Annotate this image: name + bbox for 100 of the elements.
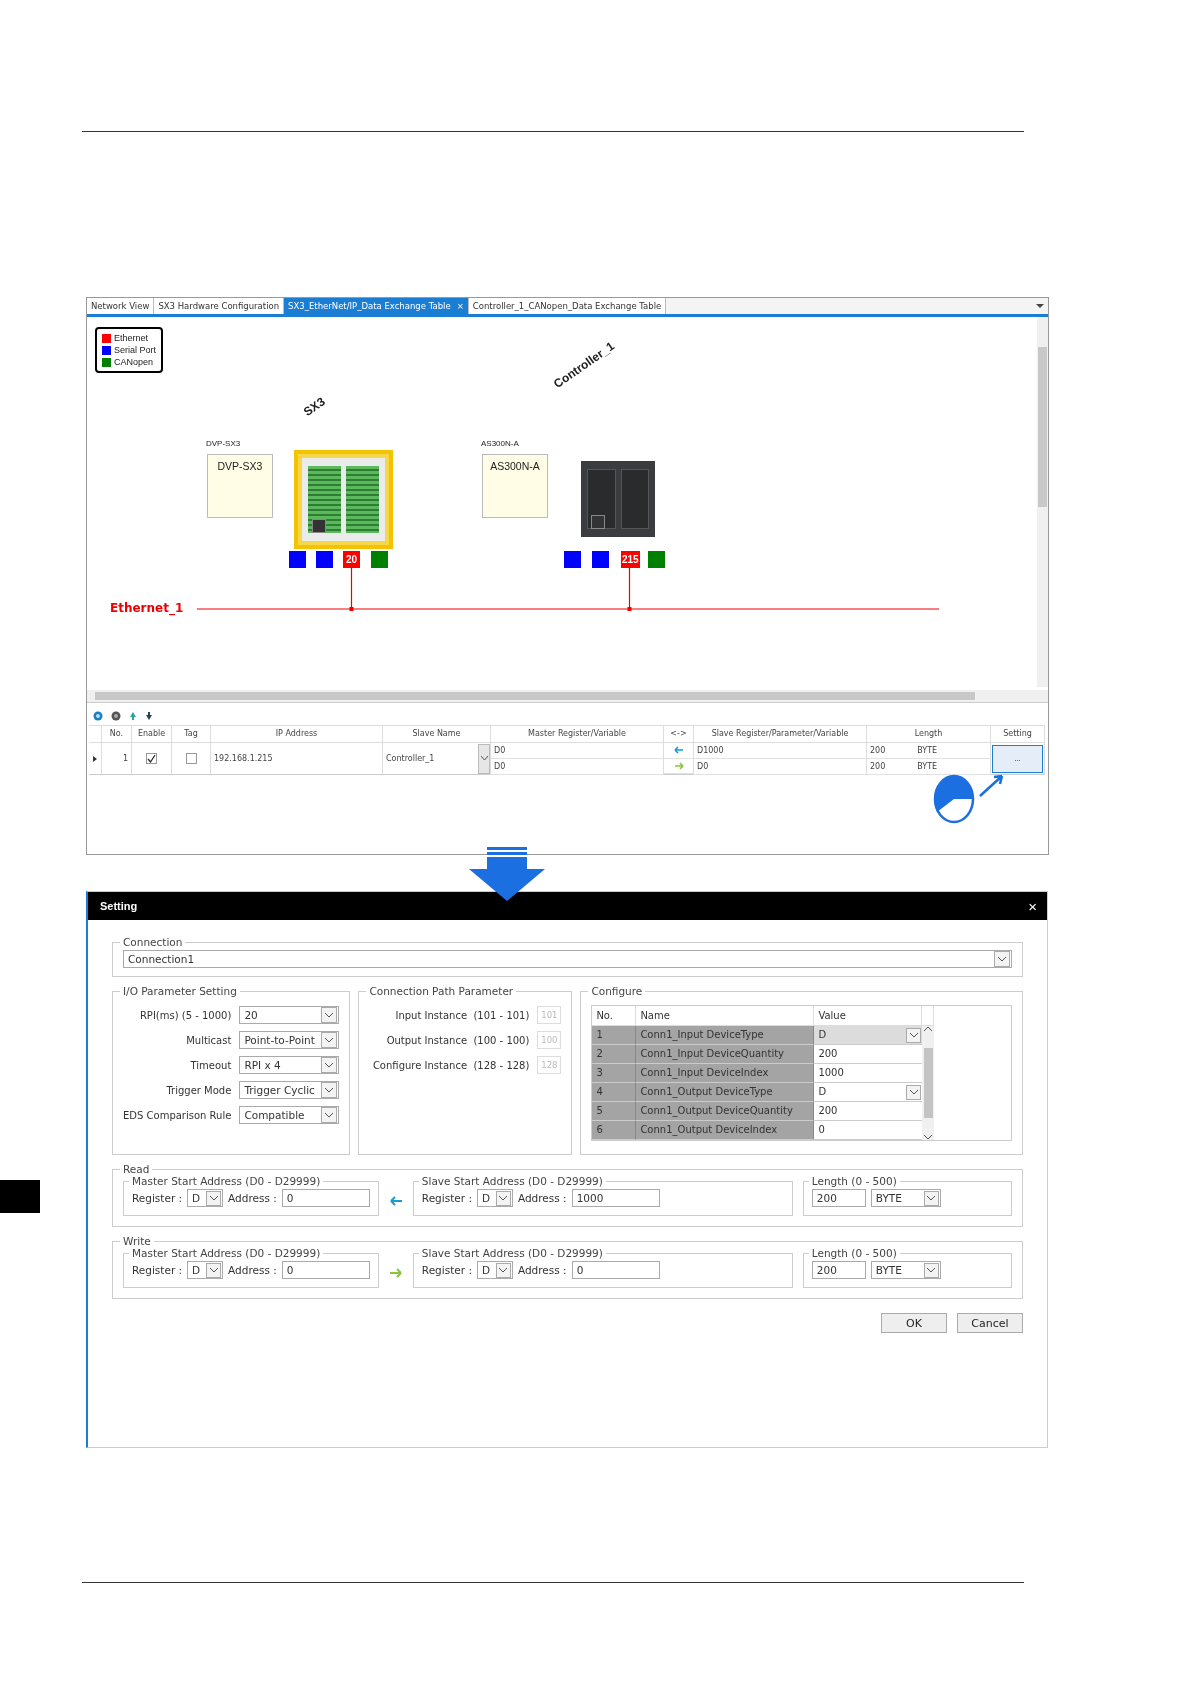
column-header[interactable]: No. <box>102 725 132 743</box>
device-name: SX3 <box>300 394 328 419</box>
port-marker[interactable] <box>592 551 609 568</box>
legend-label: CANopen <box>114 356 154 368</box>
field-label: Configure Instance (128 - 128) <box>371 1059 530 1071</box>
address-field[interactable]: 0 <box>571 1261 660 1279</box>
port-marker[interactable] <box>371 551 388 568</box>
vertical-scrollbar[interactable] <box>1037 317 1048 687</box>
value-dropdown[interactable]: D <box>814 1026 923 1045</box>
port-marker[interactable] <box>316 551 333 568</box>
group-title: Read <box>122 1163 151 1175</box>
caret-icon <box>480 756 488 761</box>
dropdown-icon[interactable] <box>1036 303 1044 309</box>
length-field[interactable]: 200 <box>811 1261 866 1279</box>
table-cell: 5 <box>592 1102 637 1121</box>
caret-icon <box>927 1195 936 1201</box>
caret-icon <box>209 1267 218 1273</box>
table-cell: 1 <box>102 743 132 775</box>
table-cell: Controller_1 <box>386 754 435 763</box>
table-cell-text: 200 <box>870 745 886 757</box>
column-header[interactable]: Tag <box>172 725 211 743</box>
column-header[interactable]: Master Register/Variable <box>491 725 664 743</box>
device-card[interactable]: DVP-SX3 <box>207 454 273 518</box>
group-title: Length (0 - 500) <box>810 1247 898 1259</box>
caret-icon <box>499 1195 508 1201</box>
table-cell: 2 <box>592 1045 637 1064</box>
dropdown[interactable]: Point-to-Point <box>239 1031 340 1049</box>
group-title: Configure <box>590 985 644 997</box>
column-header[interactable]: <-> <box>664 725 694 743</box>
table-cell-text: BYTE <box>917 745 938 757</box>
move-up-icon[interactable] <box>129 711 137 721</box>
register-dropdown[interactable]: D <box>476 1189 513 1207</box>
table-cell-text: BYTE <box>917 761 938 773</box>
device-model: AS300N-A <box>481 439 519 448</box>
network-label: Ethernet_1 <box>110 601 184 615</box>
group-title: Slave Start Address (D0 - D29999) <box>420 1175 604 1187</box>
port-marker[interactable] <box>289 551 306 568</box>
field-label: EDS Comparison Rule <box>123 1109 232 1121</box>
port-marker[interactable] <box>648 551 665 568</box>
dropdown[interactable]: 20 <box>239 1006 340 1024</box>
tab[interactable]: Network View <box>87 298 155 314</box>
down-arrow-icon <box>469 847 545 901</box>
field-label: Output Instance (100 - 100) <box>385 1034 530 1046</box>
connection-dropdown[interactable]: Connection1 <box>123 950 1012 968</box>
caret-icon <box>325 1012 334 1018</box>
register-dropdown[interactable]: D <box>187 1261 224 1279</box>
dropdown[interactable]: Compatible <box>239 1106 340 1124</box>
dropdown[interactable]: RPI x 4 <box>239 1056 340 1074</box>
register-dropdown[interactable]: D <box>476 1261 513 1279</box>
port-number[interactable]: 20 <box>343 551 360 568</box>
device-card[interactable]: AS300N-A <box>482 454 548 518</box>
column-header[interactable]: Slave Register/Parameter/Variable <box>694 725 867 743</box>
tab[interactable]: Controller_1_CANopen_Data Exchange Table <box>468 298 667 314</box>
address-field[interactable]: 1000 <box>571 1189 660 1207</box>
scroll-up-icon[interactable] <box>924 1026 933 1032</box>
tab[interactable]: SX3 Hardware Configuration <box>154 298 285 314</box>
column-header[interactable]: Length <box>867 725 991 743</box>
port-marker[interactable] <box>564 551 581 568</box>
field-label: Register : <box>132 1264 183 1276</box>
table-cell: 1 <box>592 1026 637 1045</box>
port-number[interactable]: 215 <box>621 551 640 568</box>
checkbox[interactable] <box>185 753 197 764</box>
column-header[interactable]: Slave Name <box>383 725 491 743</box>
scroll-down-icon[interactable] <box>924 1134 933 1140</box>
group-title: Connection <box>122 936 184 948</box>
unit-dropdown[interactable]: BYTE <box>870 1261 941 1279</box>
field-label: Address : <box>228 1192 277 1204</box>
table-cell: D0 <box>694 759 866 775</box>
field-label: Address : <box>517 1264 567 1276</box>
register-dropdown[interactable]: D <box>187 1189 224 1207</box>
dropdown[interactable]: Trigger Cyclic <box>239 1081 340 1099</box>
setting-button[interactable]: ... <box>992 744 1043 773</box>
checkbox[interactable] <box>146 753 157 764</box>
horizontal-scrollbar[interactable] <box>87 690 1048 702</box>
field-label: Multicast <box>186 1034 232 1046</box>
group-title: I/O Parameter Setting <box>122 985 238 997</box>
dropdown-button[interactable] <box>478 743 490 774</box>
length-field[interactable]: 200 <box>811 1189 866 1207</box>
address-field[interactable]: 0 <box>281 1261 370 1279</box>
address-field[interactable]: 0 <box>281 1189 370 1207</box>
table-cell: 4 <box>592 1083 637 1102</box>
column-header[interactable]: IP Address <box>211 725 383 743</box>
field-label: Register : <box>421 1192 472 1204</box>
unit-dropdown[interactable]: BYTE <box>870 1189 941 1207</box>
add-icon[interactable] <box>93 711 103 721</box>
move-down-icon[interactable] <box>145 711 153 721</box>
table-cell: 3 <box>592 1064 637 1083</box>
caret-icon <box>325 1062 334 1068</box>
column-header[interactable]: Setting <box>991 725 1045 743</box>
tab[interactable]: SX3_EtherNet/IP_Data Exchange Table × <box>284 298 469 314</box>
vertical-scrollbar[interactable] <box>922 1026 935 1140</box>
close-button[interactable]: × <box>1028 897 1037 915</box>
field-label: Address : <box>517 1192 567 1204</box>
dialog-button[interactable]: Cancel <box>957 1313 1023 1333</box>
dialog-button[interactable]: OK <box>881 1313 947 1333</box>
value-dropdown[interactable]: D <box>814 1083 923 1102</box>
field-label: Register : <box>421 1264 472 1276</box>
remove-icon[interactable] <box>111 711 121 721</box>
dialog-title: Setting <box>100 900 138 912</box>
column-header[interactable]: Enable <box>132 725 172 743</box>
